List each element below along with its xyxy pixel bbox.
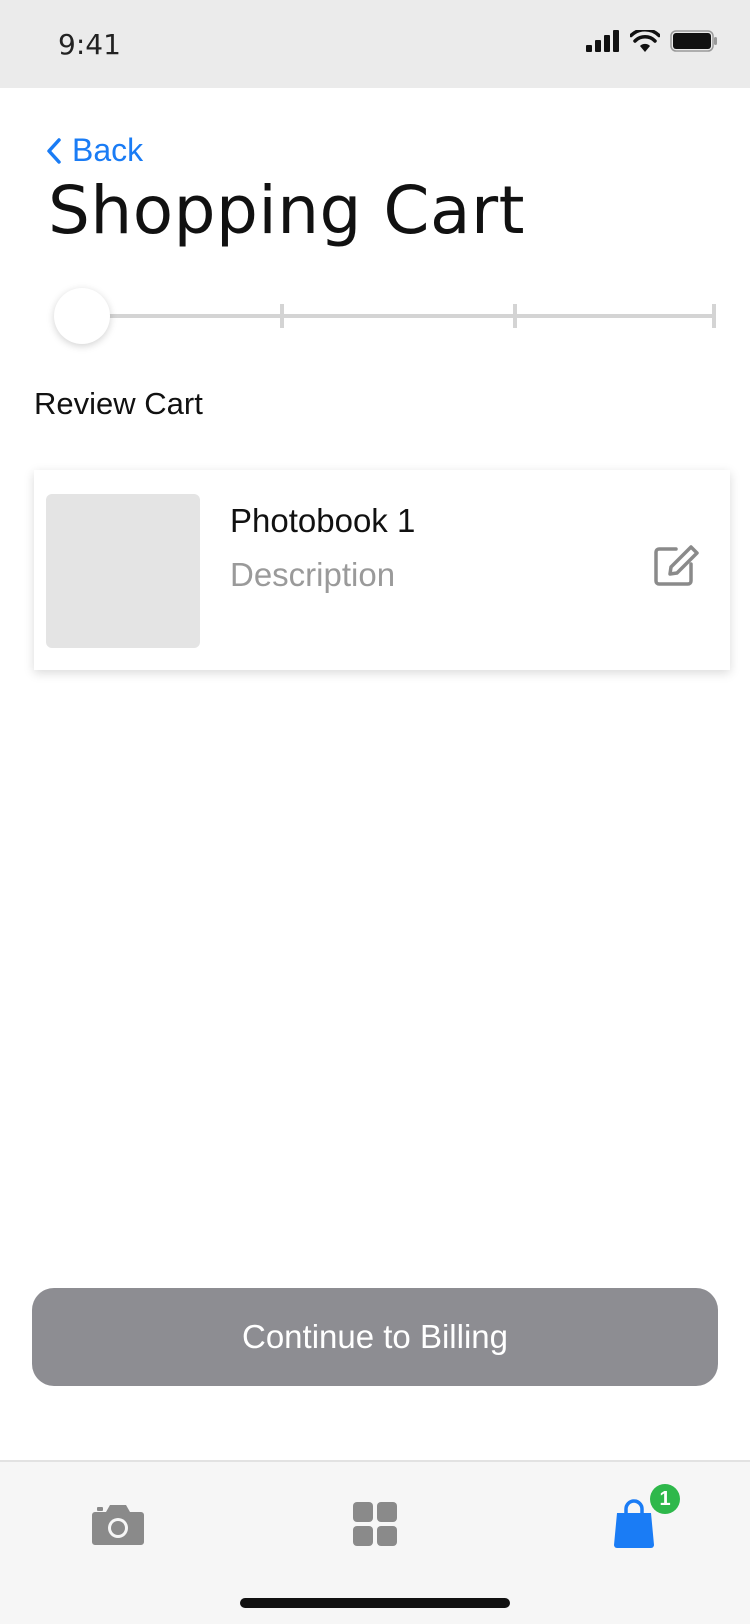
- tab-bar: 1: [0, 1460, 750, 1624]
- home-indicator[interactable]: [240, 1598, 510, 1608]
- product-description: Description: [230, 556, 396, 593]
- tab-cart[interactable]: 1: [602, 1484, 680, 1554]
- chevron-left-icon: [47, 137, 61, 164]
- cart-item-card[interactable]: Photobook 1 Description: [34, 470, 730, 670]
- progress-track: [84, 314, 714, 318]
- wifi-icon: [630, 30, 660, 52]
- progress-step-marker: [712, 304, 716, 328]
- step-label: Review Cart: [34, 386, 203, 421]
- page-title: Shopping Cart: [48, 172, 525, 249]
- product-thumbnail: [46, 494, 200, 648]
- status-time: 9:41: [58, 28, 121, 61]
- status-icons: [586, 30, 718, 52]
- tab-camera[interactable]: [86, 1494, 150, 1554]
- checkout-progress: [54, 286, 720, 346]
- battery-icon: [670, 30, 717, 52]
- grid-icon: [353, 1502, 397, 1546]
- cellular-signal-icon: [586, 30, 619, 52]
- cart-count-badge: 1: [650, 1484, 680, 1514]
- progress-step-marker: [513, 304, 517, 328]
- back-label: Back: [72, 132, 144, 168]
- edit-icon: [654, 545, 699, 586]
- tab-gallery[interactable]: [343, 1494, 407, 1554]
- progress-knob[interactable]: [54, 288, 110, 344]
- camera-icon: [92, 1505, 144, 1545]
- shopping-bag-icon: [614, 1499, 654, 1548]
- edit-item-button[interactable]: [650, 540, 700, 590]
- status-bar: 9:41: [0, 0, 750, 88]
- product-title: Photobook 1: [230, 502, 416, 539]
- back-button[interactable]: Back: [46, 132, 143, 169]
- continue-to-billing-button[interactable]: Continue to Billing: [32, 1288, 718, 1386]
- progress-step-marker: [280, 304, 284, 328]
